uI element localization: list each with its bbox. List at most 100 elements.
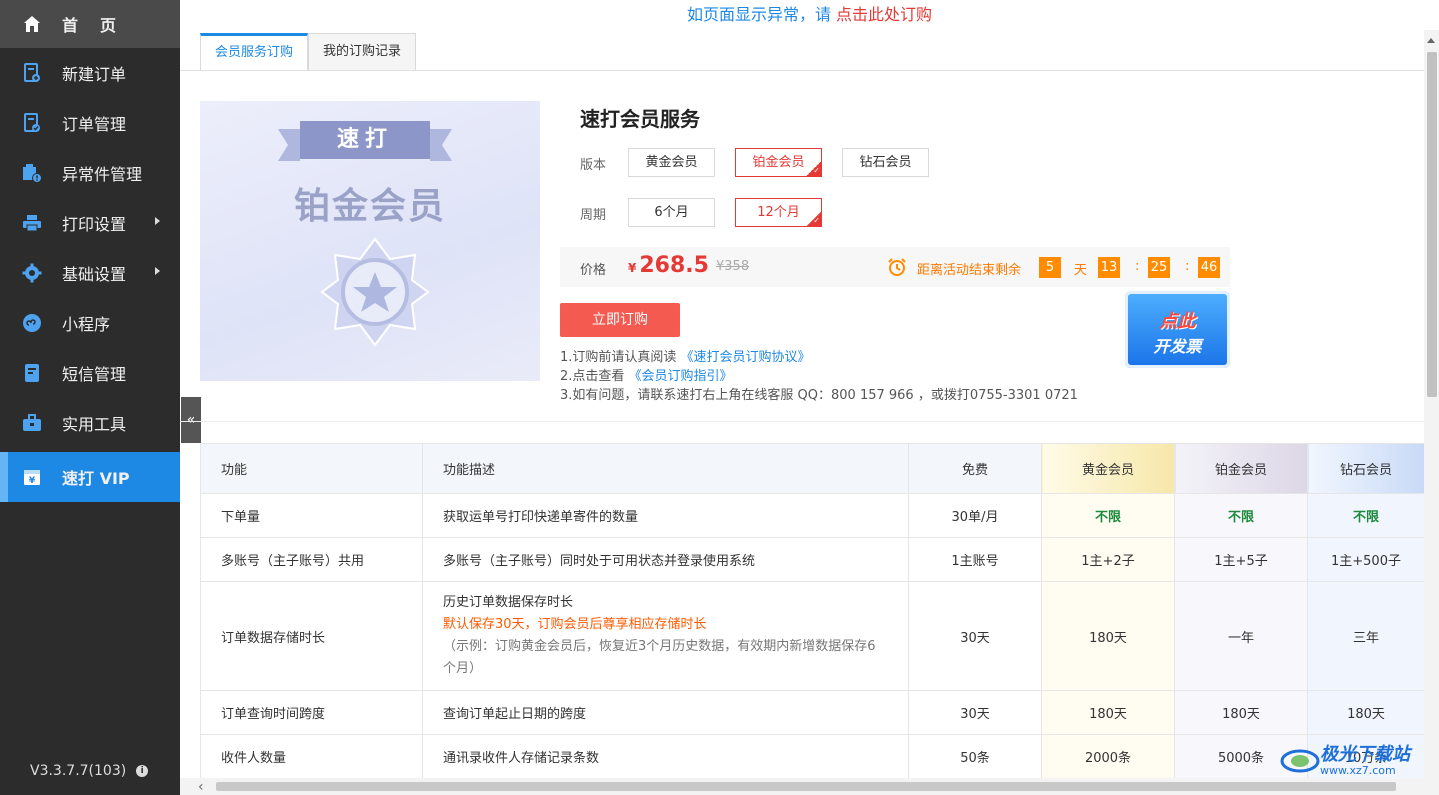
cell-diamond: 1主+500子 [1307, 537, 1425, 582]
chevron-right-icon [155, 267, 160, 275]
horizontal-scrollbar[interactable]: ‹ [180, 778, 1439, 795]
buy-now-button[interactable]: 立即订购 [560, 303, 680, 337]
double-chevron-left-icon: « [186, 412, 196, 428]
sidebar-item-miniprogram[interactable]: 小程序 [0, 298, 180, 348]
col-header-diamond: 钻石会员 [1307, 443, 1425, 494]
order-notes: 1.订购前请认真阅读 《速打会员订购协议》 2.点击查看 《会员订购指引》 3.… [560, 348, 1078, 405]
sidebar-item-print-settings[interactable]: 打印设置 [0, 198, 180, 248]
table-row: 下单量 获取运单号打印快递单寄件的数量 30单/月 不限 不限 不限 [200, 493, 1425, 538]
period-option-12m[interactable]: 12个月 [735, 198, 822, 227]
tab-order-history[interactable]: 我的订购记录 [308, 33, 417, 71]
version-option-platinum[interactable]: 铂金会员 [735, 148, 822, 177]
sms-icon [22, 363, 42, 383]
col-header-free: 免费 [908, 443, 1042, 494]
info-icon[interactable]: i [136, 765, 149, 777]
sidebar-item-label: 订单管理 [62, 115, 127, 134]
sidebar-item-basic-settings[interactable]: 基础设置 [0, 248, 180, 298]
sidebar-item-label: 基础设置 [62, 265, 127, 284]
sidebar-item-order-manage[interactable]: 订单管理 [0, 98, 180, 148]
sidebar: 首页 新建订单 订单管理 异常件管理 打印设置 基础设置 小程序 短信管理 实用… [0, 0, 180, 795]
countdown-minutes: 25 [1148, 257, 1170, 278]
table-row: 订单查询时间跨度 查询订单起止日期的跨度 30天 180天 180天 180天 [200, 690, 1425, 735]
cell-gold: 2000条 [1041, 734, 1175, 779]
desc-note: （示例：订购黄金会员后，恢复近3个月历史数据，有效期内新增数据保存6个月） [443, 639, 876, 676]
guide-link[interactable]: 《会员订购指引》 [629, 369, 733, 384]
sidebar-item-label: 速打 VIP [62, 469, 130, 488]
gear-icon [22, 263, 42, 283]
home-icon [22, 14, 42, 34]
agreement-link[interactable]: 《速打会员订购协议》 [681, 350, 811, 365]
sidebar-item-exception[interactable]: 异常件管理 [0, 148, 180, 198]
period-option-6m[interactable]: 6个月 [628, 198, 715, 227]
countdown-day-unit: 天 [1074, 263, 1088, 278]
cell-feature: 订单数据存储时长 [200, 581, 423, 691]
cell-feature: 订单查询时间跨度 [200, 690, 423, 735]
cell-gold: 180天 [1041, 690, 1175, 735]
cell-description: 获取运单号打印快递单寄件的数量 [422, 493, 909, 538]
cell-platinum: 1主+5子 [1174, 537, 1308, 582]
cell-gold: 1主+2子 [1041, 537, 1175, 582]
vertical-scrollbar[interactable] [1424, 30, 1439, 778]
period-label: 周期 [580, 208, 607, 223]
tab-divider [180, 70, 1424, 71]
cell-diamond: 180天 [1307, 690, 1425, 735]
table-header-row: 功能 功能描述 免费 黄金会员 铂金会员 钻石会员 [200, 443, 1425, 494]
notice-order-link[interactable]: 点击此处订购 [836, 5, 932, 24]
note-3-text: 3.如有问题，请联系速打右上角在线客服 QQ：800 157 966 ，或拨打0… [560, 388, 1078, 403]
cell-feature: 多账号（主子账号）共用 [200, 537, 423, 582]
sidebar-item-label: 小程序 [62, 315, 111, 334]
countdown-seconds: 46 [1198, 257, 1220, 278]
scrollbar-thumb[interactable] [216, 782, 1396, 791]
app-version: V3.3.7.7(103) i [30, 763, 149, 779]
sidebar-item-label: 打印设置 [62, 215, 127, 234]
countdown-days: 5 [1039, 257, 1061, 278]
watermark-logo-icon [1280, 749, 1320, 773]
col-header-platinum: 铂金会员 [1174, 443, 1308, 494]
current-price: ¥268.5 [628, 253, 709, 278]
sidebar-item-home[interactable]: 首页 [0, 0, 180, 48]
cell-platinum: 不限 [1174, 493, 1308, 538]
cell-gold: 不限 [1041, 493, 1175, 538]
watermark-url: www.xz7.com [1320, 763, 1396, 777]
cell-feature: 收件人数量 [200, 734, 423, 779]
collapse-sidebar-button[interactable]: « [181, 397, 201, 443]
new-order-icon [22, 63, 42, 83]
section-divider [180, 421, 1424, 422]
countdown-text: 距离活动结束剩余 [917, 263, 1022, 278]
active-indicator [0, 452, 8, 502]
col-header-feature: 功能 [200, 443, 423, 494]
sidebar-item-label: 短信管理 [62, 365, 127, 384]
scrollbar-thumb[interactable] [1427, 52, 1437, 397]
membership-promo-image: 速打 铂金会员 [200, 101, 540, 381]
sidebar-item-label: 新建订单 [62, 65, 127, 84]
cell-diamond: 三年 [1307, 581, 1425, 691]
note-2-text: 2.点击查看 [560, 369, 629, 384]
table-row: 订单数据存储时长 历史订单数据保存时长 默认保存30天，订购会员后尊享相应存储时… [200, 581, 1425, 691]
site-watermark: 极光下载站 www.xz7.com [1280, 744, 1430, 778]
cell-feature: 下单量 [200, 493, 423, 538]
cell-diamond: 不限 [1307, 493, 1425, 538]
svg-text:¥: ¥ [29, 476, 36, 486]
cell-description: 多账号（主子账号）同时处于可用状态并登录使用系统 [422, 537, 909, 582]
version-option-diamond[interactable]: 钻石会员 [842, 148, 929, 177]
invoice-button[interactable]: 点此 开发票 [1125, 291, 1230, 368]
note-1-text: 1.订购前请认真阅读 [560, 350, 681, 365]
sidebar-item-new-order[interactable]: 新建订单 [0, 48, 180, 98]
invoice-line2: 开发票 [1153, 337, 1202, 356]
printer-icon [22, 213, 42, 233]
notice-text: 如页面显示异常，请 [686, 5, 837, 24]
tab-membership-order[interactable]: 会员服务订购 [200, 33, 309, 71]
scroll-left-icon[interactable]: ‹ [198, 780, 204, 794]
watermark-text: 极光下载站 [1320, 743, 1410, 765]
version-option-gold[interactable]: 黄金会员 [628, 148, 715, 177]
sidebar-item-label: 实用工具 [62, 415, 127, 434]
sidebar-item-vip[interactable]: ¥ 速打 VIP [0, 452, 180, 502]
cell-gold: 180天 [1041, 581, 1175, 691]
scroll-up-icon[interactable] [1427, 38, 1435, 43]
sidebar-item-sms[interactable]: 短信管理 [0, 348, 180, 398]
desc-main: 历史订单数据保存时长 [443, 595, 574, 610]
price-label: 价格 [580, 263, 607, 278]
countdown-sep: : [1135, 259, 1140, 274]
sidebar-item-tools[interactable]: 实用工具 [0, 398, 180, 448]
version-label: 版本 [580, 158, 607, 173]
